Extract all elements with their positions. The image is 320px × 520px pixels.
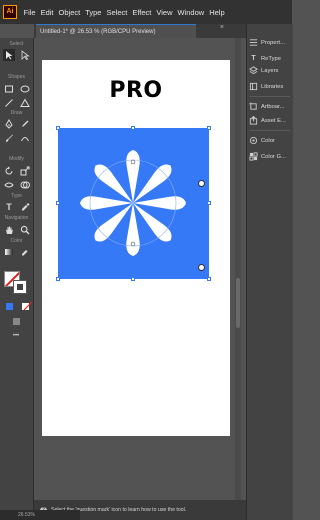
panel-libraries-label: Libraries [261, 83, 284, 90]
color-icon [249, 136, 258, 145]
panel-asset-export-label: Asset E... [261, 117, 286, 124]
eyedropper-color-tool-icon[interactable] [19, 246, 31, 258]
rotate-widget-icon[interactable] [198, 180, 205, 187]
toolbar-section-select: Select [9, 41, 24, 47]
zoom-readout[interactable]: 26.53% [0, 510, 80, 520]
toolbar-section-navigation: Navigation [4, 215, 29, 221]
menu-select[interactable]: Select [104, 8, 130, 17]
rotate-tool-icon[interactable] [3, 165, 15, 177]
panel-retype-label: ReType [261, 55, 281, 62]
libraries-icon [249, 82, 258, 91]
toolbar-section-color: Color [10, 238, 23, 244]
more-tools-icon[interactable]: ••• [10, 330, 22, 342]
panel-artboards[interactable]: Artboar... [249, 100, 293, 113]
ellipse-tool-icon[interactable] [19, 83, 31, 95]
hand-tool-icon[interactable] [3, 224, 15, 236]
toolbar-section-shapes: Shapes [8, 74, 25, 80]
stroke-swatch[interactable] [13, 280, 27, 294]
zoom-tool-icon[interactable] [19, 224, 31, 236]
close-tab-icon[interactable]: × [220, 24, 224, 31]
panel-layers[interactable]: Layers [249, 64, 293, 77]
artboard[interactable]: PRO [42, 60, 230, 436]
selection-handle[interactable] [131, 126, 135, 130]
direct-selection-tool-icon[interactable] [19, 49, 31, 61]
width-tool-icon[interactable] [3, 179, 15, 191]
pen-tool-icon[interactable] [3, 118, 15, 130]
selection-handle[interactable] [56, 126, 60, 130]
blue-square-shape[interactable] [56, 126, 211, 281]
panel-divider [250, 96, 290, 97]
corner-widget-icon[interactable] [198, 264, 205, 271]
illustrator-logo-icon[interactable]: Ai [3, 5, 17, 19]
panel-divider [250, 130, 290, 131]
retype-icon: T [251, 55, 256, 62]
type-tool-icon[interactable]: T [3, 201, 15, 213]
flower-petals-graphic[interactable] [58, 128, 209, 279]
eyedropper-tool-icon[interactable] [19, 201, 31, 213]
panel-properties[interactable]: Propert... [249, 36, 293, 49]
scrollbar-thumb[interactable] [236, 278, 240, 328]
selection-handle[interactable] [207, 126, 211, 130]
panels-dock: Propert... T ReType Layers Libraries Art… [246, 24, 293, 520]
selection-handle[interactable] [207, 277, 211, 281]
canvas-area[interactable]: PRO [34, 38, 246, 500]
panel-libraries[interactable]: Libraries [249, 80, 293, 93]
panel-color-guide-label: Color G... [261, 153, 286, 160]
polygon-tool-icon[interactable] [19, 97, 31, 109]
panel-color-label: Color [261, 137, 275, 144]
panel-artboards-label: Artboar... [261, 103, 285, 110]
panel-properties-label: Propert... [261, 39, 285, 46]
panel-color[interactable]: Color [249, 134, 293, 147]
layers-icon [249, 66, 258, 75]
menu-window[interactable]: Window [175, 8, 207, 17]
tools-panel: Select Shapes Draw Modify Type T Navigat… [0, 38, 34, 520]
line-tool-icon[interactable] [3, 97, 15, 109]
panel-color-guide[interactable]: Color G... [249, 150, 293, 163]
toolbar-section-modify: Modify [9, 156, 24, 162]
properties-icon [249, 38, 258, 47]
toolbar-section-type: Type [11, 193, 22, 199]
canvas-vertical-scrollbar[interactable] [235, 38, 241, 500]
menu-effect[interactable]: Effect [130, 8, 154, 17]
selection-handle[interactable] [56, 201, 60, 205]
draw-normal-icon[interactable] [11, 316, 23, 328]
shaper-tool-icon[interactable] [19, 132, 31, 144]
document-tab[interactable]: Untitled-1* @ 26.53 % (RGB/CPU Preview) [36, 24, 196, 38]
asset-export-icon [249, 116, 258, 125]
toolbar-section-draw: Draw [10, 110, 23, 116]
menu-help[interactable]: Help [207, 8, 227, 17]
selection-handle[interactable] [56, 277, 60, 281]
menu-type[interactable]: Type [83, 8, 104, 17]
artboard-title-text[interactable]: PRO [42, 78, 230, 103]
none-mode-icon[interactable] [23, 300, 33, 312]
document-tab-title: Untitled-1* @ 26.53 % (RGB/CPU Preview) [40, 29, 156, 35]
document-tab-bar: Untitled-1* @ 26.53 % (RGB/CPU Preview) … [34, 24, 246, 38]
gradient-tool-icon[interactable] [3, 246, 15, 258]
scale-tool-icon[interactable] [19, 165, 31, 177]
fill-color-mode-icon[interactable] [3, 300, 15, 312]
menu-edit[interactable]: Edit [38, 8, 56, 17]
panel-asset-export[interactable]: Asset E... [249, 114, 293, 127]
panel-layers-label: Layers [261, 67, 279, 74]
selection-handle[interactable] [131, 277, 135, 281]
pencil-tool-icon[interactable] [19, 118, 31, 130]
menu-object[interactable]: Object [56, 8, 83, 17]
shape-builder-tool-icon[interactable] [19, 179, 31, 191]
selection-tool-icon[interactable] [3, 49, 15, 61]
color-guide-icon [249, 152, 258, 161]
artboards-icon [249, 102, 258, 111]
rectangle-tool-icon[interactable] [3, 83, 15, 95]
menu-bar: Ai File Edit Object Type Select Effect V… [0, 0, 292, 24]
selection-handle[interactable] [207, 201, 211, 205]
menu-view[interactable]: View [154, 8, 175, 17]
brush-tool-icon[interactable] [3, 132, 15, 144]
menu-file[interactable]: File [21, 8, 38, 17]
